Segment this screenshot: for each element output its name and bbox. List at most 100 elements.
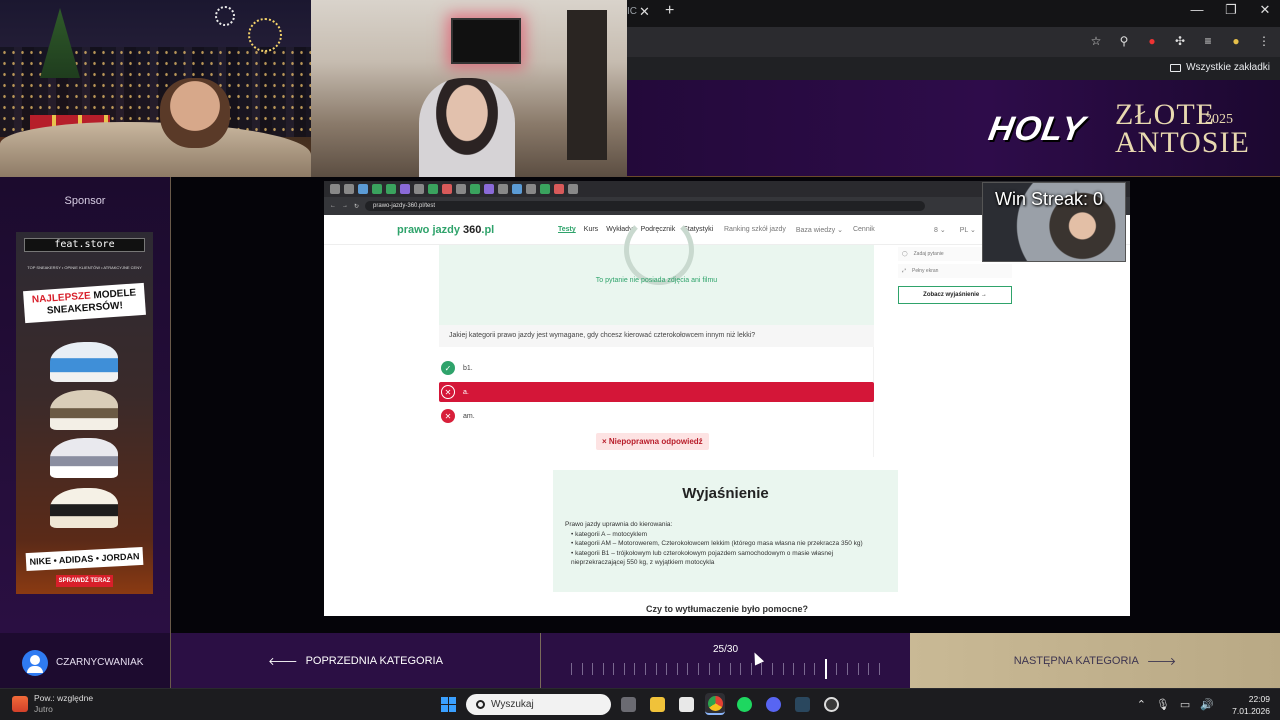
progress-tick <box>836 663 838 675</box>
extension-icon[interactable]: ⚲ <box>1116 33 1132 49</box>
progress-tick <box>729 663 731 675</box>
inner-tab[interactable] <box>372 184 382 194</box>
inner-tab[interactable] <box>414 184 424 194</box>
font-size-select[interactable]: 8 ⌄ <box>934 226 946 234</box>
task-view-icon[interactable] <box>618 693 638 715</box>
inner-tab[interactable] <box>540 184 550 194</box>
inner-tab[interactable] <box>526 184 536 194</box>
back-arrow-icon[interactable]: ← <box>330 203 336 209</box>
inner-tab[interactable] <box>568 184 578 194</box>
windows-start-icon[interactable] <box>441 697 456 712</box>
network-icon[interactable]: ▭ <box>1180 698 1190 711</box>
progress-tick <box>571 663 572 675</box>
explanation-item: kategorii A – motocyklem <box>571 530 886 540</box>
inner-tab[interactable] <box>358 184 368 194</box>
tab-title-fragment[interactable]: IC <box>627 6 637 17</box>
all-bookmarks-label: Wszystkie zakładki <box>1186 62 1270 73</box>
clock-time: 22:09 <box>1248 694 1270 704</box>
nav-baza-wiedzy[interactable]: Baza wiedzy ⌄ <box>796 226 843 234</box>
obs-icon[interactable] <box>821 693 841 715</box>
windows-taskbar: Pow.: względne Jutro Wyszukaj ⌃ 🎙 ▭ 🔊 22… <box>0 688 1280 720</box>
new-tab-icon[interactable]: + <box>665 2 674 20</box>
inner-url-bar[interactable]: prawo-jazdy-360.pl/test <box>365 201 926 211</box>
steam-icon[interactable] <box>792 693 812 715</box>
progress-tick <box>645 663 647 675</box>
sneaker-image <box>50 438 118 478</box>
file-explorer-icon[interactable] <box>647 693 667 715</box>
tab-close-icon[interactable]: ✕ <box>639 4 650 20</box>
inner-tab[interactable] <box>344 184 354 194</box>
inner-tab[interactable] <box>554 184 564 194</box>
profile-avatar-icon[interactable]: ● <box>1228 33 1244 49</box>
chrome-icon[interactable] <box>705 693 725 715</box>
fullscreen-button[interactable]: ⤢ Pełny ekran <box>898 264 1012 278</box>
system-tray: ⌃ 🎙 ▭ 🔊 <box>1137 698 1214 711</box>
christmas-tree <box>40 8 80 78</box>
inner-tab[interactable] <box>512 184 522 194</box>
explanation-intro: Prawo jazdy uprawnia do kierowania: <box>565 521 673 528</box>
show-explanation-button[interactable]: Zobacz wyjaśnienie → <box>898 286 1012 304</box>
extension-red-icon[interactable]: ● <box>1144 33 1160 49</box>
weather-widget[interactable]: Pow.: względne Jutro <box>12 693 93 715</box>
taskbar-clock[interactable]: 22:09 7.01.2026 <box>1232 693 1270 717</box>
sponsor-ad[interactable]: feat.store TOP SNEAKERSY • OPINIE KLIENT… <box>16 232 153 594</box>
media-icon[interactable]: ≡ <box>1200 33 1216 49</box>
stream-bottom-bar: CZARNYCWANIAK 🡐 POPRZEDNIA KATEGORIA 25/… <box>0 633 1280 688</box>
answer-option-b1[interactable]: ✓ b1. <box>439 358 874 378</box>
inner-tab[interactable] <box>456 184 466 194</box>
spotify-icon[interactable] <box>734 693 754 715</box>
close-window-icon[interactable]: ✕ <box>1256 2 1274 18</box>
nav-cennik[interactable]: Cennik <box>853 226 875 234</box>
store-icon[interactable] <box>676 693 696 715</box>
tray-overflow-icon[interactable]: ⌃ <box>1137 698 1146 711</box>
user-avatar-icon <box>22 650 48 676</box>
inner-tab[interactable] <box>386 184 396 194</box>
inner-tab[interactable] <box>484 184 494 194</box>
progress-tick <box>634 663 636 675</box>
extensions-puzzle-icon[interactable]: ✣ <box>1172 33 1188 49</box>
bookmark-star-icon[interactable]: ☆ <box>1088 33 1104 49</box>
answer-label: am. <box>463 412 475 420</box>
nav-kurs[interactable]: Kurs <box>584 226 598 233</box>
inner-tab[interactable] <box>400 184 410 194</box>
site-nav-lang: 8 ⌄ PL ⌄ <box>934 226 976 234</box>
firework <box>248 18 282 52</box>
discord-icon[interactable] <box>763 693 783 715</box>
progress-tick <box>687 663 689 675</box>
answer-option-a[interactable]: ✕ a. <box>439 382 874 402</box>
microphone-icon[interactable]: 🎙 <box>1156 698 1170 711</box>
room-door <box>567 10 607 160</box>
reload-icon[interactable]: ↻ <box>354 203 359 210</box>
restore-icon[interactable]: ❐ <box>1222 2 1240 18</box>
progress-tick <box>581 663 583 675</box>
answer-option-am[interactable]: ✕ am. <box>439 406 874 426</box>
minimize-icon[interactable]: — <box>1188 2 1206 18</box>
inner-tab[interactable] <box>498 184 508 194</box>
previous-category-button[interactable]: 🡐 POPRZEDNIA KATEGORIA <box>171 633 541 688</box>
sneaker-image <box>50 488 118 528</box>
inner-tab[interactable] <box>330 184 340 194</box>
all-bookmarks-button[interactable]: Wszystkie zakładki <box>1170 62 1270 73</box>
window-controls: — ❐ ✕ <box>1188 2 1274 18</box>
ad-cta-button[interactable]: SPRAWDŹ TERAZ <box>56 575 113 587</box>
forward-arrow-icon[interactable]: → <box>342 203 348 209</box>
nav-testy[interactable]: Testy <box>558 226 576 233</box>
site-logo[interactable]: prawo jazdy 360.pl <box>397 224 494 236</box>
taskbar-search[interactable]: Wyszukaj <box>466 694 611 715</box>
inner-tab[interactable] <box>470 184 480 194</box>
menu-kebab-icon[interactable]: ⋮ <box>1256 33 1272 49</box>
no-media-text: To pytanie nie posiada zdjęcia ani filmu <box>595 277 718 284</box>
ad-headline-2: MODELE <box>93 287 137 302</box>
progress-tick <box>613 663 615 675</box>
next-category-label: NASTĘPNA KATEGORIA <box>1013 654 1139 667</box>
next-category-button[interactable]: NASTĘPNA KATEGORIA 🡒 <box>910 633 1280 688</box>
firework <box>215 6 235 26</box>
webcam-right <box>311 0 627 177</box>
inner-tab[interactable] <box>428 184 438 194</box>
volume-icon[interactable]: 🔊 <box>1200 698 1214 711</box>
nav-ranking[interactable]: Ranking szkół jazdy <box>724 226 786 234</box>
language-select[interactable]: PL ⌄ <box>960 226 976 234</box>
explanation-title: Wyjaśnienie <box>682 485 769 502</box>
sneaker-image <box>50 342 118 382</box>
inner-tab[interactable] <box>442 184 452 194</box>
